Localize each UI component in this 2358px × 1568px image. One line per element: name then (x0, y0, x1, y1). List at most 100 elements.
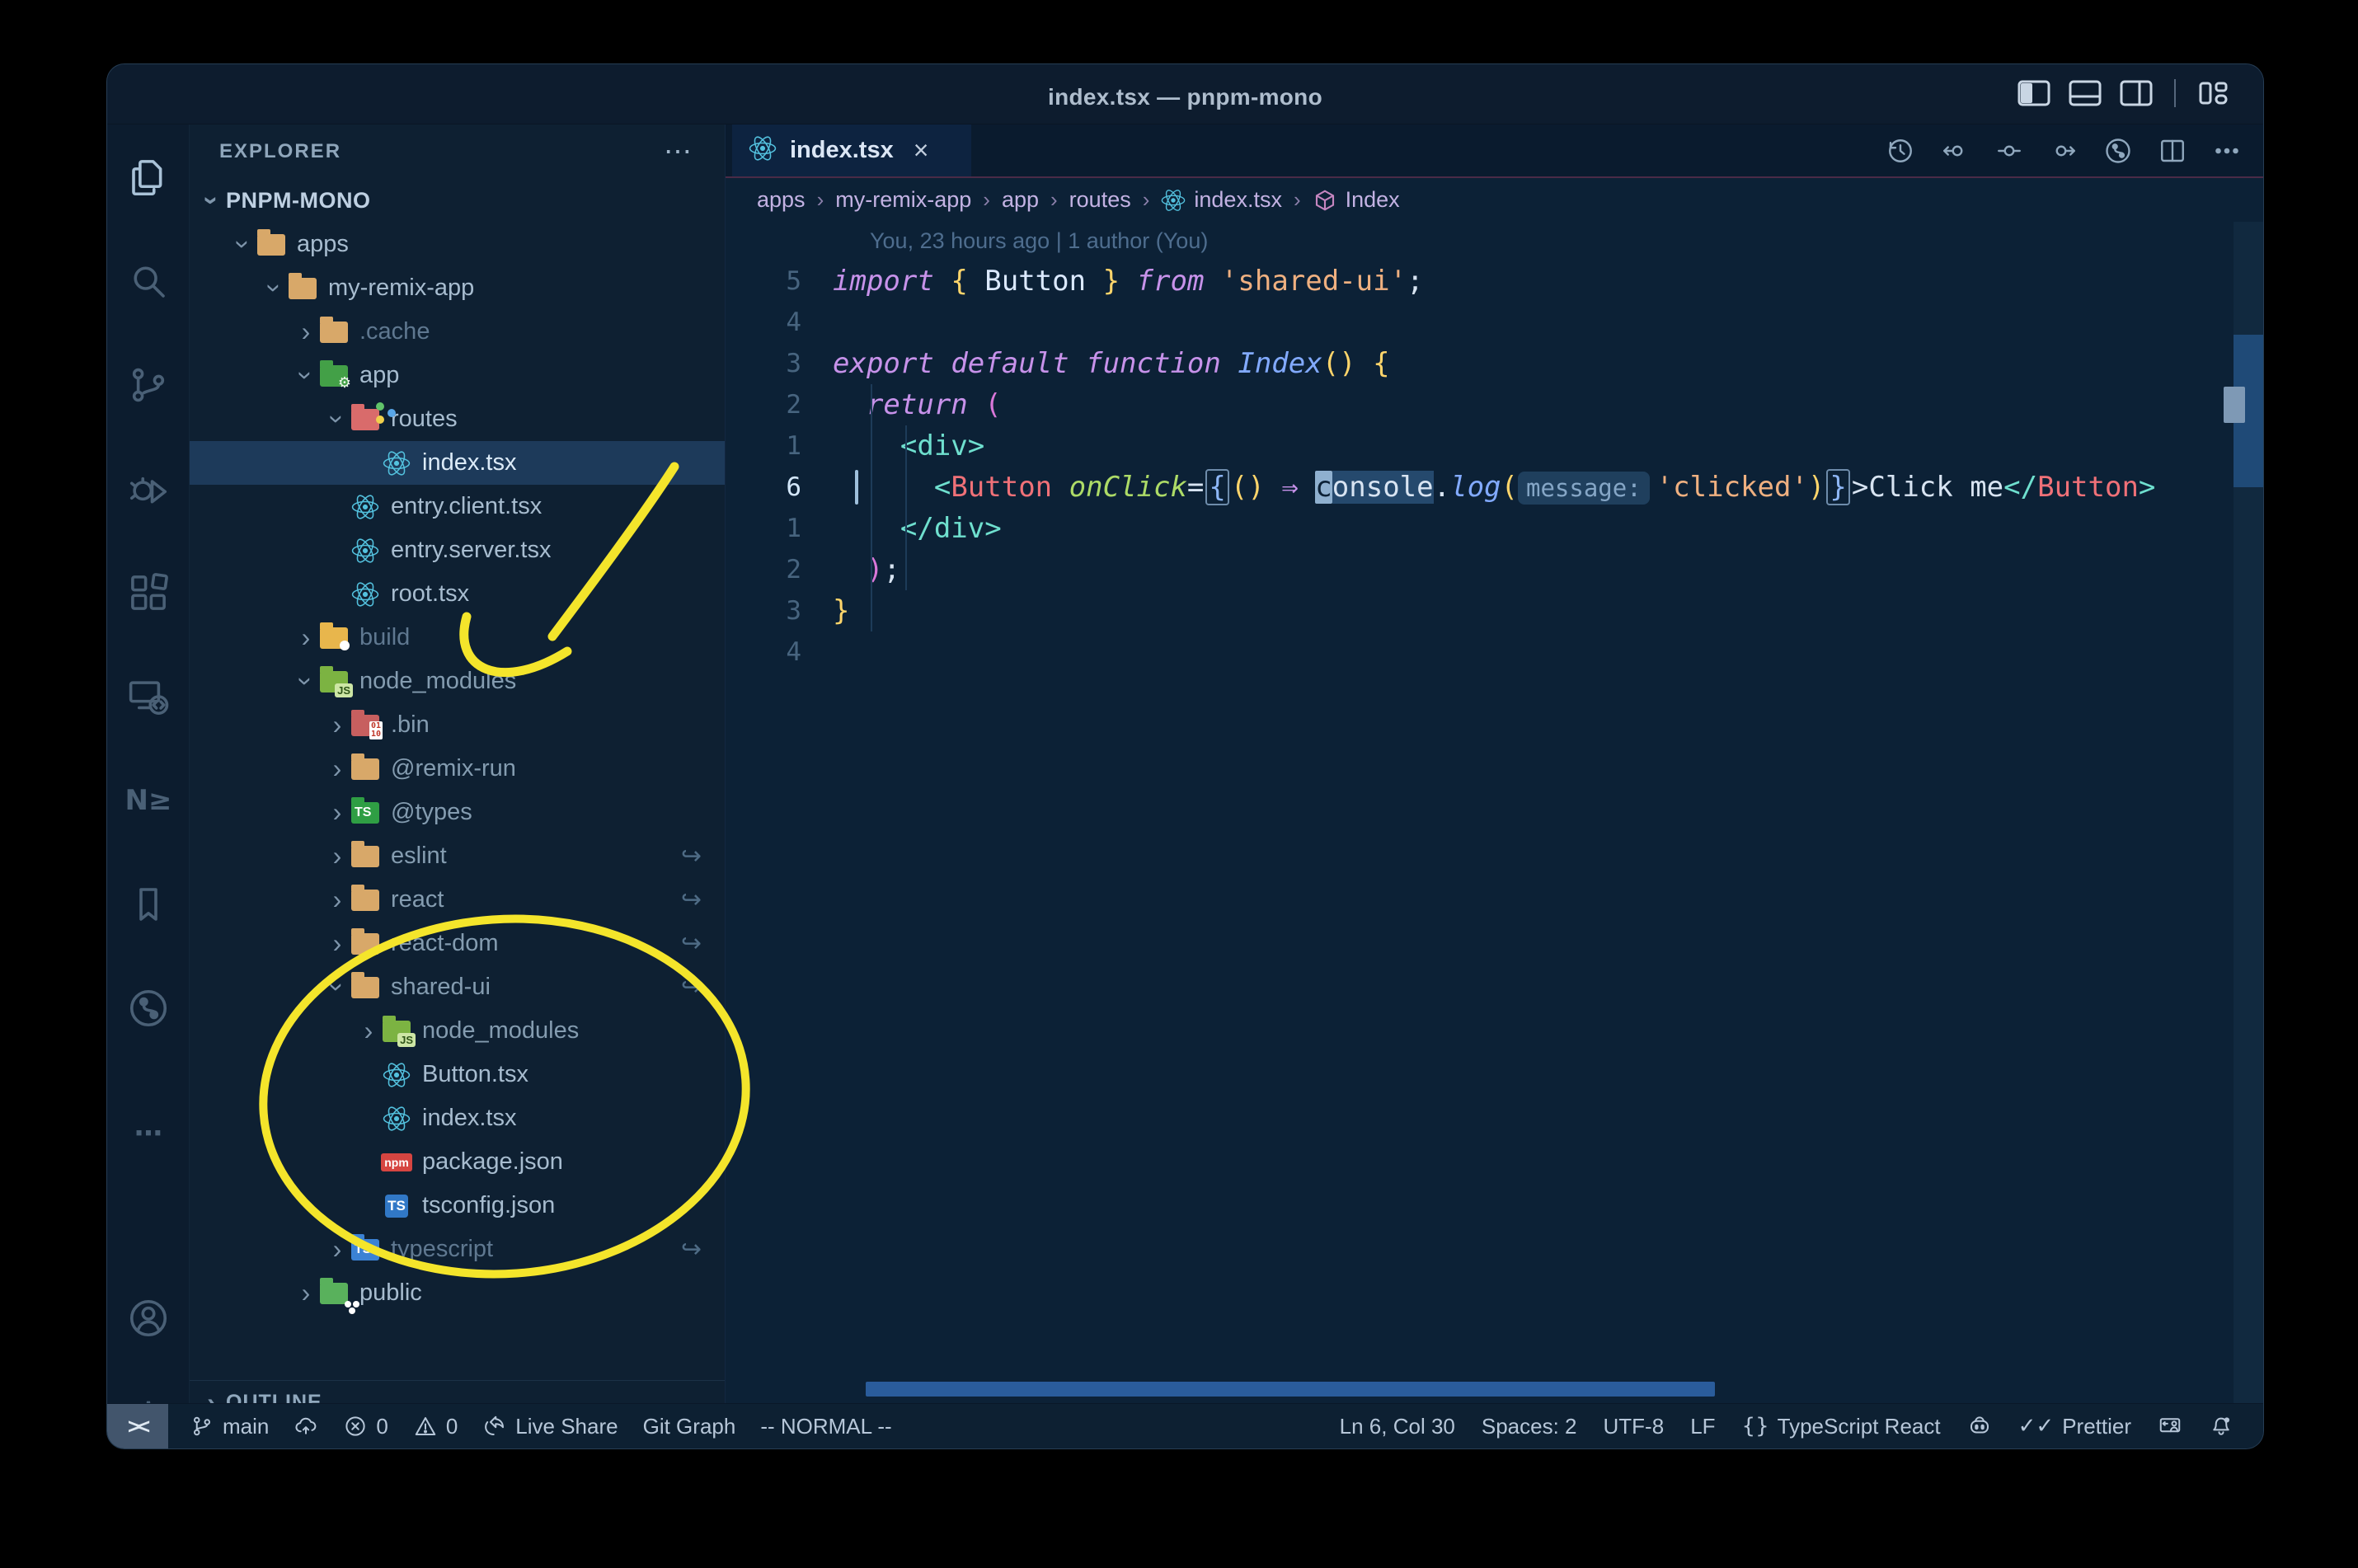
status-item-cloud-upload-icon[interactable] (294, 1414, 318, 1439)
remote-explorer-icon[interactable] (107, 657, 190, 736)
tree-item-package.json[interactable]: npm package.json (190, 1140, 725, 1184)
chevron-down-icon[interactable]: › (291, 668, 322, 696)
tree-item-root.tsx[interactable]: root.tsx (190, 572, 725, 616)
breadcrumb-my-remix-app[interactable]: my-remix-app (835, 187, 971, 213)
chevron-right-icon[interactable]: › (323, 710, 351, 740)
layout-panel-icon[interactable] (2069, 80, 2102, 106)
breadcrumb-apps[interactable]: apps (757, 187, 806, 213)
code-area[interactable]: You, 23 hours ago | 1 author (You) 5 impor… (726, 222, 2234, 1403)
status-item-typescript-react[interactable]: {} TypeScript React (1742, 1414, 1941, 1439)
split-editor-icon[interactable] (2158, 136, 2187, 166)
status-item-0[interactable]: 0 (413, 1414, 458, 1439)
explorer-icon[interactable] (107, 138, 190, 217)
code-line[interactable]: 1 </div> (726, 508, 2234, 549)
code-line[interactable]: 6 <Button onClick={() ⇒ console.log(mess… (726, 467, 2234, 508)
cur-change-icon[interactable] (1994, 136, 2024, 166)
git-graph-icon[interactable] (2103, 136, 2133, 166)
tree-item-entry.server.tsx[interactable]: entry.server.tsx (190, 528, 725, 572)
tree-item-node-modules[interactable]: › JS node_modules (190, 1009, 725, 1053)
code-line[interactable]: 4 (726, 302, 2234, 343)
status-item-utf-8[interactable]: UTF-8 (1604, 1414, 1665, 1439)
status-item-live-share[interactable]: Live Share (482, 1414, 618, 1439)
tab-index-tsx[interactable]: index.tsx × (732, 124, 971, 176)
tree-item-eslint[interactable]: › eslint ↪ (190, 834, 725, 878)
tree-item-react-dom[interactable]: › react-dom ↪ (190, 922, 725, 965)
tree-item-react[interactable]: › react ↪ (190, 878, 725, 922)
layout-sidebar-left-icon[interactable] (2017, 80, 2050, 106)
tree-item-entry.client.tsx[interactable]: entry.client.tsx (190, 485, 725, 528)
tree-item-typescript[interactable]: › TS typescript ↪ (190, 1228, 725, 1271)
code-line[interactable]: 1 <div> (726, 425, 2234, 467)
code-line[interactable]: 3 export default function Index() { (726, 343, 2234, 384)
status-item-spaces-2[interactable]: Spaces: 2 (1482, 1414, 1577, 1439)
prev-change-icon[interactable] (1940, 136, 1970, 166)
code-line[interactable]: 2 ); (726, 549, 2234, 590)
tree-item-app[interactable]: › ⚙ app (190, 354, 725, 397)
chevron-down-icon[interactable]: › (322, 406, 353, 434)
tree-item-build[interactable]: › build (190, 616, 725, 660)
tree-item-.bin[interactable]: › 01 10 .bin (190, 703, 725, 747)
chevron-right-icon[interactable]: › (323, 841, 351, 871)
tab-close-icon[interactable]: × (914, 135, 929, 166)
git-graph-icon[interactable] (107, 969, 190, 1048)
bookmarks-icon[interactable] (107, 865, 190, 944)
chevron-down-icon[interactable]: › (260, 275, 290, 303)
status-item-live-share-person-icon[interactable] (2158, 1414, 2182, 1439)
more-icon[interactable]: ⋯ (107, 1094, 190, 1173)
chevron-down-icon[interactable]: › (322, 974, 353, 1002)
status-item-main[interactable]: main (190, 1414, 269, 1439)
chevron-right-icon[interactable]: › (323, 797, 351, 828)
chevron-right-icon[interactable]: › (323, 1234, 351, 1265)
chevron-right-icon[interactable]: › (292, 317, 320, 347)
nx-console-icon[interactable]: N≥ (107, 761, 190, 840)
code-line[interactable]: 3} (726, 590, 2234, 631)
tree-item-my-remix-app[interactable]: › my-remix-app (190, 266, 725, 310)
horizontal-scrollbar[interactable] (866, 1382, 1715, 1397)
status-item-copilot-icon[interactable] (1967, 1414, 1992, 1439)
tree-item-index.tsx[interactable]: index.tsx (190, 1096, 725, 1140)
tree-item-@types[interactable]: › TS @types (190, 791, 725, 834)
breadcrumb-index.tsx[interactable]: index.tsx (1161, 187, 1282, 213)
chevron-right-icon[interactable]: › (323, 928, 351, 959)
tree-item-index.tsx[interactable]: index.tsx (190, 441, 725, 485)
tree-item-.cache[interactable]: › .cache (190, 310, 725, 354)
chevron-right-icon[interactable]: › (292, 1278, 320, 1308)
more-actions-icon[interactable] (2212, 136, 2242, 166)
tree-item-routes[interactable]: › routes (190, 397, 725, 441)
code-line[interactable]: 4 (726, 631, 2234, 673)
breadcrumb-app[interactable]: app (1002, 187, 1039, 213)
source-control-icon[interactable] (107, 345, 190, 425)
breadcrumb-routes[interactable]: routes (1069, 187, 1131, 213)
tree-item-apps[interactable]: › apps (190, 223, 725, 266)
run-debug-icon[interactable] (107, 449, 190, 528)
status-item-prettier[interactable]: ✓✓ Prettier (2018, 1414, 2131, 1439)
tree-item-shared-ui[interactable]: › shared-ui ↪ (190, 965, 725, 1009)
explorer-more-actions-icon[interactable]: ⋯ (664, 135, 695, 168)
status-item-lf[interactable]: LF (1690, 1414, 1715, 1439)
history-icon[interactable] (1886, 136, 1915, 166)
chevron-down-icon[interactable]: › (291, 362, 322, 390)
extensions-icon[interactable] (107, 553, 190, 632)
status-item-bell-icon[interactable] (2209, 1414, 2234, 1439)
search-icon[interactable] (107, 242, 190, 321)
code-line[interactable]: 2 return ( (726, 384, 2234, 425)
customize-layout-icon[interactable] (2197, 80, 2230, 106)
tree-item-public[interactable]: › public (190, 1271, 725, 1315)
chevron-right-icon[interactable]: › (323, 885, 351, 915)
tree-root-pnpm-mono[interactable]: › PNPM-MONO (190, 179, 725, 223)
chevron-right-icon[interactable]: › (323, 753, 351, 784)
status-item-0[interactable]: 0 (343, 1414, 388, 1439)
tree-item-tsconfig.json[interactable]: TS tsconfig.json (190, 1184, 725, 1228)
account-icon[interactable] (107, 1279, 190, 1358)
code-line[interactable]: 5 import { Button } from 'shared-ui'; (726, 261, 2234, 302)
chevron-down-icon[interactable]: › (197, 187, 228, 215)
remote-indicator[interactable]: >< (107, 1403, 168, 1448)
status-item-git-graph[interactable]: Git Graph (643, 1414, 736, 1439)
chevron-right-icon[interactable]: › (292, 622, 320, 653)
tree-item-button.tsx[interactable]: Button.tsx (190, 1053, 725, 1096)
tree-item-node-modules[interactable]: › JS node_modules (190, 660, 725, 703)
status-item--normal-[interactable]: -- NORMAL -- (760, 1414, 891, 1439)
chevron-down-icon[interactable]: › (228, 231, 259, 259)
next-change-icon[interactable] (2049, 136, 2079, 166)
tree-item-@remix-run[interactable]: › @remix-run (190, 747, 725, 791)
